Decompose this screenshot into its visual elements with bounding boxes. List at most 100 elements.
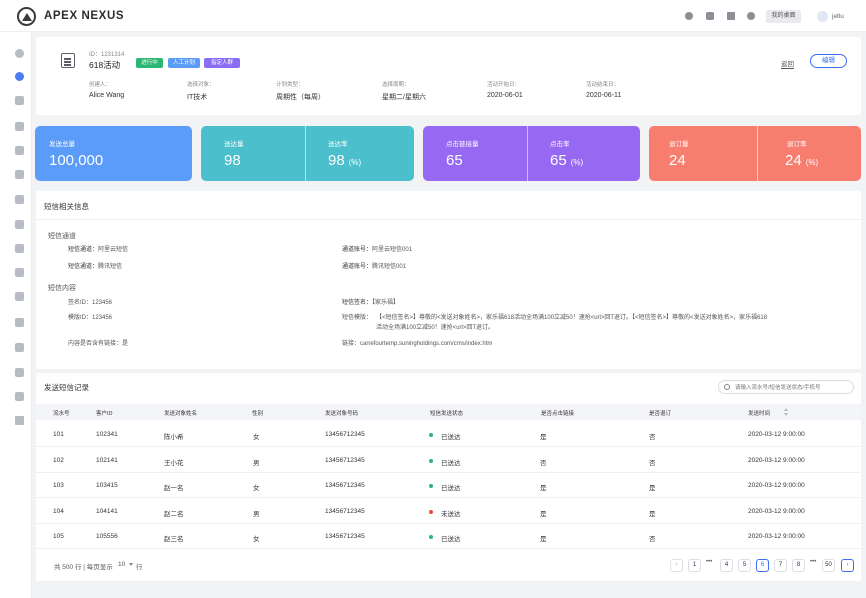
globe-icon[interactable] xyxy=(685,12,693,20)
fullscreen-icon[interactable] xyxy=(727,12,735,20)
status-dot xyxy=(429,433,433,437)
meta-label-plan-type: 计划类型： xyxy=(276,82,304,88)
cell-clicked: 是 xyxy=(540,510,547,518)
account-2-value: 腾讯短信001 xyxy=(372,264,407,270)
printer-icon[interactable] xyxy=(706,12,714,20)
channel-2-key: 短信通道： xyxy=(68,264,99,270)
next-page-button[interactable]: › xyxy=(841,559,854,572)
cell-unsub: 否 xyxy=(649,459,656,467)
cell-customer-id: 102341 xyxy=(96,431,118,438)
stat-value-unsub: 24 xyxy=(669,152,686,169)
sidebar-message-icon[interactable] xyxy=(15,122,24,131)
stat-label-delivered: 送达量 xyxy=(224,141,244,148)
cell-serial: 103 xyxy=(53,482,64,489)
page-size-select[interactable]: 10 xyxy=(118,561,125,568)
sidebar-box-icon[interactable] xyxy=(15,318,24,327)
meta-label-end: 活动结束日： xyxy=(586,82,620,88)
sort-icon[interactable] xyxy=(784,408,789,416)
task-name: 618活动 xyxy=(89,60,121,70)
stat-label-delivery-rate: 送达率 xyxy=(328,141,348,148)
stat-label-click-rate: 点击率 xyxy=(550,141,570,148)
table-row[interactable]: 101 102341 陈小希 女 13456712345 已送达 是 否 2020-03-12 … xyxy=(36,422,861,447)
stat-label-sent: 发送总量 xyxy=(49,141,75,148)
cell-name: 赵二名 xyxy=(164,510,184,518)
table-row[interactable]: 103 103415 赵一名 女 13456712345 已送达 是 是 2020-03-12 … xyxy=(36,473,861,498)
sidebar-group-icon[interactable] xyxy=(15,244,24,253)
channel-1: 短信通道：阿里云短信 xyxy=(68,245,128,255)
cell-gender: 女 xyxy=(253,485,260,492)
page-button-6-current[interactable]: 6 xyxy=(756,559,769,572)
cell-serial: 105 xyxy=(53,533,64,540)
sidebar xyxy=(0,32,32,598)
avatar[interactable] xyxy=(817,11,828,22)
th-clicked: 是否点击链接 xyxy=(541,411,575,417)
stat-value-delivered: 98 xyxy=(224,152,241,169)
cell-serial: 101 xyxy=(53,431,64,438)
meta-value-cycle: 星期二/星期六 xyxy=(382,94,426,101)
document-icon xyxy=(61,53,75,68)
sidebar-chart-icon[interactable] xyxy=(15,146,24,155)
sidebar-grid-icon[interactable] xyxy=(15,292,24,301)
gear-icon[interactable] xyxy=(747,12,755,20)
sidebar-org-icon[interactable] xyxy=(15,392,24,401)
page-button-5[interactable]: 5 xyxy=(738,559,751,572)
channel-1-value: 阿里云短信 xyxy=(98,247,129,253)
table-row[interactable]: 105 105556 赵三名 女 13456712345 已送达 是 否 2020-03-12 … xyxy=(36,524,861,549)
chevron-down-icon[interactable] xyxy=(129,563,133,566)
has-link: 内容是否含有链接：是 xyxy=(68,341,129,347)
stat-label-clicks: 点击链接量 xyxy=(446,141,479,148)
page-button-7[interactable]: 7 xyxy=(774,559,787,572)
th-gender: 性别 xyxy=(252,411,264,417)
back-button[interactable]: 返回 xyxy=(781,58,794,69)
sidebar-users-icon[interactable] xyxy=(15,96,24,105)
table-row[interactable]: 104 104141 赵二名 男 13456712345 未送达 是 是 2020-03-12 … xyxy=(36,499,861,524)
meta-label-target: 选择对象： xyxy=(187,82,215,88)
sidebar-home-icon[interactable] xyxy=(15,49,24,58)
cell-gender: 男 xyxy=(253,459,260,467)
sign-id: 签名ID：123456 xyxy=(68,300,113,306)
th-status: 短信发送状态 xyxy=(430,411,464,417)
table-header: 流水号 客户ID 发送对象姓名 性别 发送对象号码 短信发送状态 是否点击链接 … xyxy=(36,404,861,420)
link-url[interactable]: 链接：carrefourtemp.suningholdings.com/cms/… xyxy=(342,339,492,349)
sidebar-list-icon[interactable] xyxy=(15,416,24,425)
cell-name: 陈小希 xyxy=(164,434,184,441)
cell-phone: 13456712345 xyxy=(325,431,365,438)
cell-time: 2020-03-12 9:00:00 xyxy=(748,431,805,438)
th-serial: 流水号 xyxy=(53,411,70,417)
username[interactable]: jetlu xyxy=(832,13,844,20)
pagination-ellipsis[interactable]: ••• xyxy=(706,559,712,565)
sidebar-tag-icon[interactable] xyxy=(15,195,24,204)
sidebar-pie-icon[interactable] xyxy=(15,268,24,277)
page-button-4[interactable]: 4 xyxy=(720,559,733,572)
divider xyxy=(36,219,861,220)
sms-info-card: 短信相关信息 短信通道 短信通道：阿里云短信 短信通道：腾讯短信 通道账号：阿里… xyxy=(36,191,861,369)
cell-gender: 女 xyxy=(253,434,260,441)
cell-status: 已送达 xyxy=(441,485,461,492)
cell-name: 赵一名 xyxy=(164,485,184,492)
th-time[interactable]: 发送时间 xyxy=(748,409,770,417)
sidebar-team-icon[interactable] xyxy=(15,343,24,352)
sidebar-layers-icon[interactable] xyxy=(15,170,24,179)
sidebar-settings-icon[interactable] xyxy=(15,368,24,377)
cell-time: 2020-03-12 9:00:00 xyxy=(748,507,805,515)
account-2-key: 通道账号： xyxy=(342,264,373,270)
page-button-1[interactable]: 1 xyxy=(688,559,701,572)
th-phone: 发送对象号码 xyxy=(325,411,359,417)
cell-time: 2020-03-12 9:00:00 xyxy=(748,456,805,464)
page-button-50[interactable]: 50 xyxy=(822,559,835,572)
sidebar-campaign-icon[interactable] xyxy=(15,72,24,81)
workspace-button[interactable]: 我的桌面 xyxy=(766,10,801,23)
pagination-ellipsis[interactable]: ••• xyxy=(810,559,816,565)
page-button-8[interactable]: 8 xyxy=(792,559,805,572)
table-row[interactable]: 102 102141 王小花 男 13456712345 已送达 否 否 2020-03-12 … xyxy=(36,448,861,473)
meta-value-plan-type: 周期性（每周） xyxy=(276,94,325,101)
search-input[interactable] xyxy=(735,383,849,392)
prev-page-button[interactable]: ‹ xyxy=(670,559,683,572)
cell-time: 2020-03-12 9:00:00 xyxy=(748,482,805,489)
sidebar-trend-icon[interactable] xyxy=(15,220,24,229)
stat-divider xyxy=(527,126,528,181)
brand-logo-icon[interactable] xyxy=(17,7,36,26)
status-dot xyxy=(429,509,433,514)
edit-button[interactable]: 编辑 xyxy=(810,54,847,68)
cell-status: 已送达 xyxy=(441,536,461,543)
